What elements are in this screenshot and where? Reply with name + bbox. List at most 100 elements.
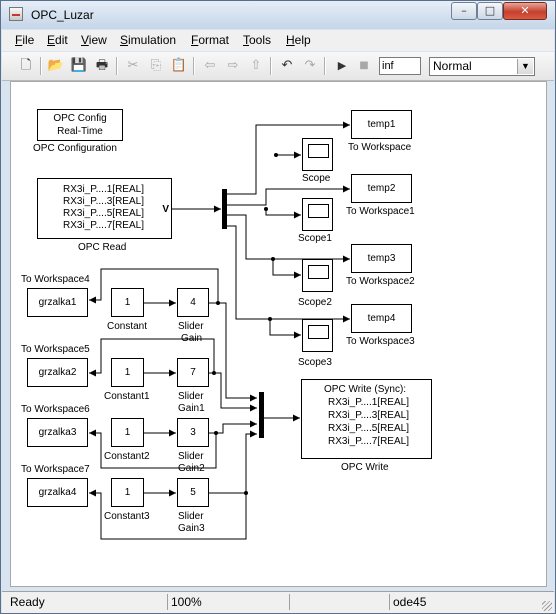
toolbar-separator — [116, 57, 118, 75]
opc-read-item: RX3i_P....7[REAL] — [63, 220, 144, 231]
to-workspace-label: To Workspace3 — [346, 336, 415, 347]
scope-block[interactable] — [302, 138, 333, 171]
constant-label: Constant3 — [104, 511, 150, 522]
slider-gain-block[interactable]: 3 — [177, 418, 209, 447]
constant-block[interactable]: 1 — [111, 478, 144, 507]
toolbar: 🗋 📂 💾 🖶 ✂ ⎘ 📋 ⇦ ⇨ ⇧ ↶ ↷ ▶ ■ inf Normal ▼ — [2, 52, 554, 81]
menu-tools[interactable]: Tools — [243, 33, 271, 47]
up-arrow-icon[interactable]: ⇧ — [246, 56, 266, 76]
to-workspace-grzalka1[interactable]: grzalka1 — [27, 288, 88, 317]
copy-icon[interactable]: ⎘ — [146, 56, 166, 76]
scope-screen-icon — [308, 144, 329, 158]
scope-screen-icon — [308, 204, 329, 218]
menu-help[interactable]: Help — [286, 33, 311, 47]
slider-gain-label: Gain2 — [178, 463, 205, 474]
opc-write-item: RX3i_P....5[REAL] — [328, 423, 409, 434]
scope-screen-icon — [308, 325, 329, 339]
toolbar-separator — [324, 57, 326, 75]
demux-block[interactable] — [222, 189, 227, 229]
window-title: OPC_Luzar — [31, 8, 94, 22]
scope-block[interactable] — [302, 319, 333, 352]
resize-grip-icon[interactable] — [542, 601, 552, 611]
open-folder-icon[interactable]: 📂 — [46, 56, 66, 76]
mux-block[interactable] — [259, 392, 264, 438]
simulation-mode-select[interactable]: Normal ▼ — [429, 57, 535, 76]
opc-write-item: RX3i_P....1[REAL] — [328, 397, 409, 408]
play-icon[interactable]: ▶ — [332, 56, 352, 76]
opc-read-item: RX3i_P....5[REAL] — [63, 208, 144, 219]
scope-label: Scope — [302, 173, 331, 184]
status-bar: Ready 100% ode45 — [2, 591, 554, 613]
menu-format[interactable]: Format — [191, 33, 229, 47]
undo-icon[interactable]: ↶ — [277, 56, 297, 76]
to-workspace-temp3[interactable]: temp3 — [351, 244, 412, 273]
print-icon[interactable]: 🖶 — [92, 56, 112, 76]
slider-gain-block[interactable]: 7 — [177, 358, 209, 387]
toolbar-separator — [270, 57, 272, 75]
close-button[interactable]: ✕ — [503, 2, 547, 20]
cut-icon[interactable]: ✂ — [123, 56, 143, 76]
to-workspace-temp4[interactable]: temp4 — [351, 304, 412, 333]
menu-edit[interactable]: Edit — [47, 33, 68, 47]
simulation-mode-value: Normal — [433, 59, 472, 73]
opc-read-block[interactable]: RX3i_P....1[REAL] RX3i_P....3[REAL] RX3i… — [37, 178, 172, 239]
to-workspace-temp1[interactable]: temp1 — [351, 110, 412, 139]
forward-arrow-icon[interactable]: ⇨ — [223, 56, 243, 76]
scope-label: Scope3 — [298, 357, 332, 368]
slider-gain-block[interactable]: 5 — [177, 478, 209, 507]
paste-icon[interactable]: 📋 — [169, 56, 189, 76]
opc-write-block[interactable]: OPC Write (Sync): RX3i_P....1[REAL] RX3i… — [301, 379, 432, 459]
slider-gain-label: Slider — [178, 321, 204, 332]
constant-label: Constant — [107, 321, 148, 332]
scope-label: Scope1 — [298, 233, 332, 244]
constant-block[interactable]: 1 — [111, 418, 144, 447]
slider-gain-label: Gain1 — [178, 403, 205, 414]
slider-gain-label: Slider — [178, 511, 204, 522]
to-workspace-temp2[interactable]: temp2 — [351, 174, 412, 203]
save-icon[interactable]: 💾 — [69, 56, 89, 76]
scope-block[interactable] — [302, 198, 333, 231]
scope-screen-icon — [308, 265, 329, 279]
minimize-button[interactable]: – — [451, 2, 477, 20]
menu-file[interactable]: File — [15, 33, 34, 47]
to-workspace-title: To Workspace6 — [21, 404, 90, 415]
menu-simulation[interactable]: Simulation — [120, 33, 176, 47]
status-empty — [289, 594, 389, 610]
constant-block[interactable]: 1 — [111, 358, 144, 387]
slider-gain-label: Slider — [178, 391, 204, 402]
to-workspace-label: To Workspace2 — [346, 276, 415, 287]
to-workspace-title: To Workspace5 — [21, 344, 90, 355]
redo-icon[interactable]: ↷ — [300, 56, 320, 76]
constant-label: Constant1 — [104, 391, 150, 402]
maximize-button[interactable]: □ — [477, 2, 503, 20]
slider-gain-label: Slider — [178, 451, 204, 462]
chevron-down-icon[interactable]: ▼ — [517, 59, 533, 74]
to-workspace-title: To Workspace4 — [21, 274, 90, 285]
opc-write-header: OPC Write (Sync): — [324, 384, 407, 395]
opc-read-item: RX3i_P....1[REAL] — [63, 184, 144, 195]
model-canvas[interactable]: OPC Config Real-Time OPC Configuration R… — [10, 81, 547, 587]
to-workspace-grzalka3[interactable]: grzalka3 — [27, 418, 88, 447]
signal-lines — [89, 121, 350, 540]
slider-gain-block[interactable]: 4 — [177, 288, 209, 317]
to-workspace-label: To Workspace — [348, 142, 412, 153]
to-workspace-grzalka4[interactable]: grzalka4 — [27, 478, 88, 507]
menu-view[interactable]: View — [81, 33, 107, 47]
opc-config-label: OPC Configuration — [33, 143, 117, 154]
scope-block[interactable] — [302, 259, 333, 292]
opc-read-port: V — [162, 204, 169, 215]
opc-config-block[interactable]: OPC Config Real-Time — [37, 109, 123, 141]
opc-config-line-2: Real-Time — [57, 126, 103, 137]
stop-time-input[interactable]: inf — [379, 57, 421, 75]
to-workspace-grzalka2[interactable]: grzalka2 — [27, 358, 88, 387]
slider-gain-label: Gain — [181, 333, 203, 344]
slider-gain-label: Gain3 — [178, 523, 205, 534]
title-bar[interactable]: OPC_Luzar – □ ✕ — [1, 1, 555, 29]
back-arrow-icon[interactable]: ⇦ — [200, 56, 220, 76]
constant-block[interactable]: 1 — [111, 288, 144, 317]
toolbar-separator — [40, 57, 42, 75]
new-file-icon[interactable]: 🗋 — [16, 56, 36, 76]
stop-icon[interactable]: ■ — [354, 56, 374, 76]
menu-bar: File Edit View Simulation Format Tools H… — [2, 30, 554, 51]
opc-config-line-1: OPC Config — [53, 113, 107, 124]
